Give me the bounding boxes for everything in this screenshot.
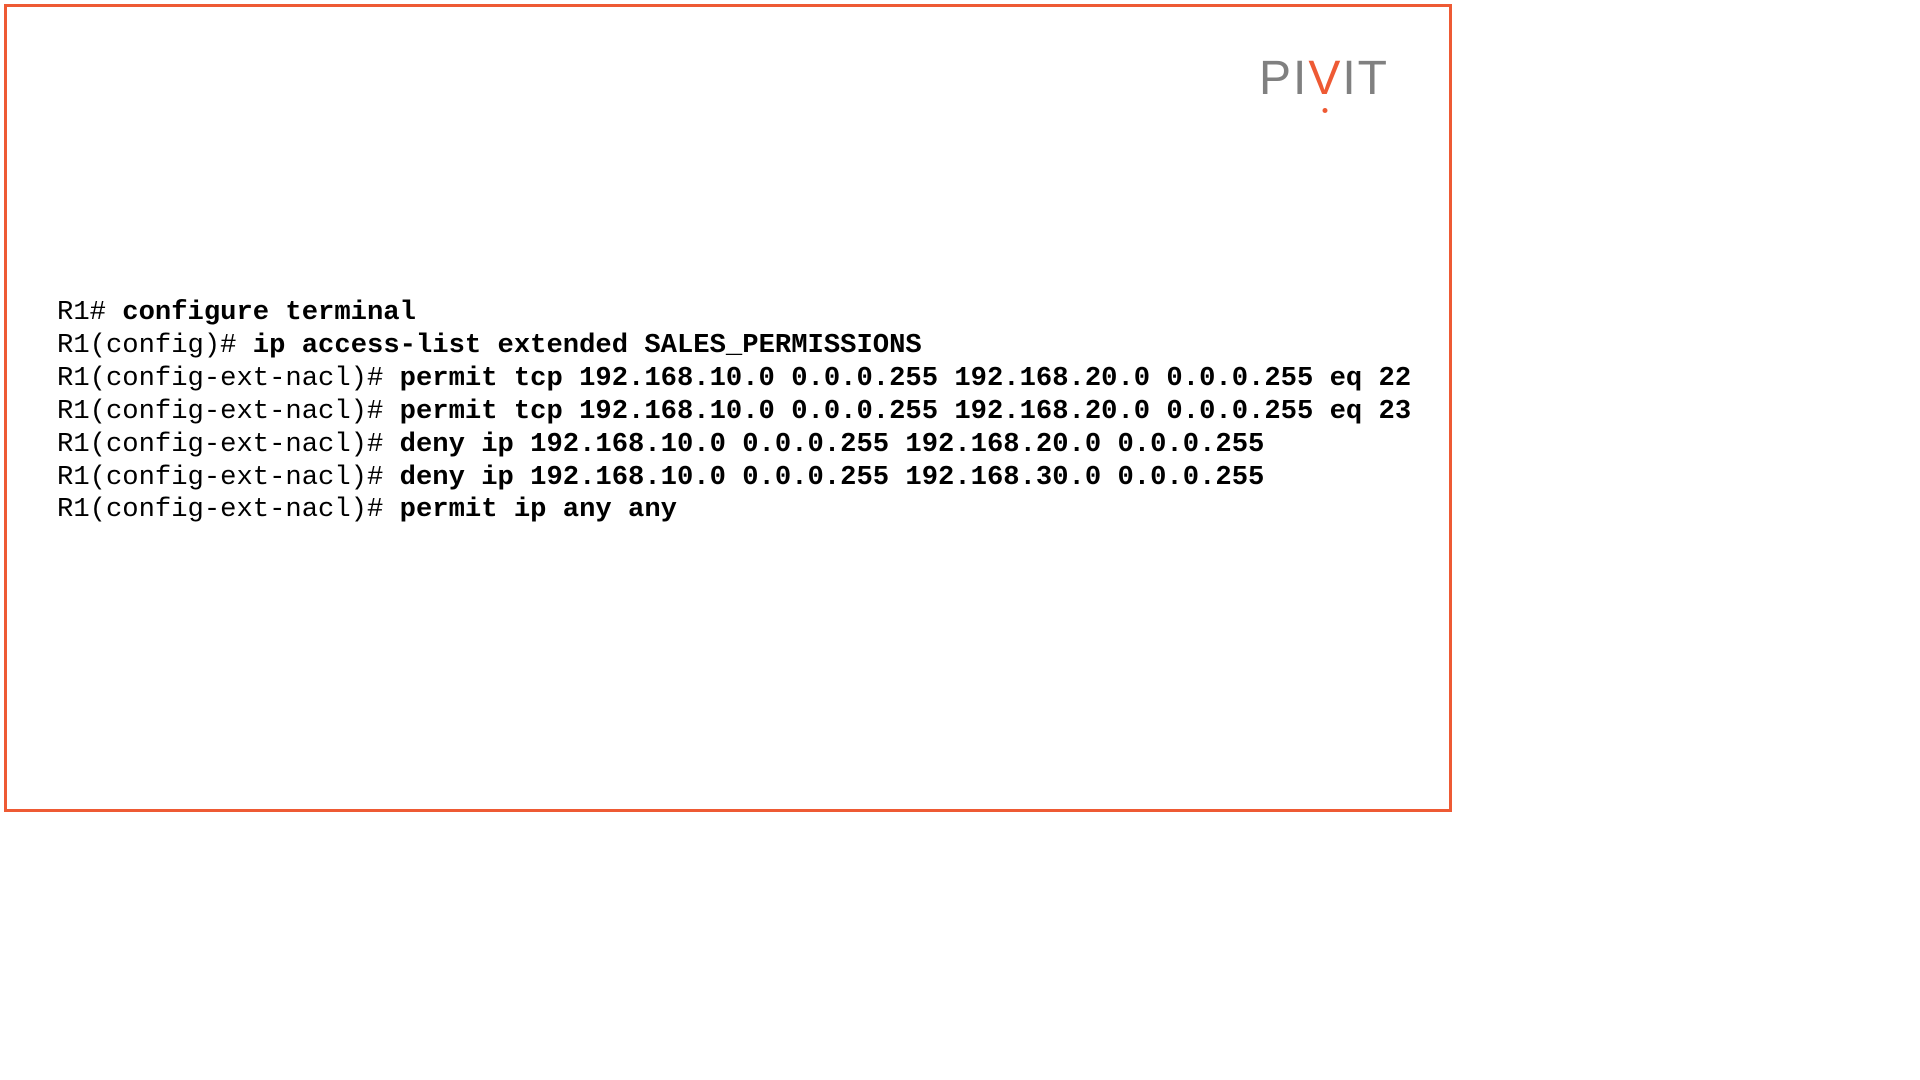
logo-dot-icon [1323, 108, 1328, 113]
terminal-command: deny ip 192.168.10.0 0.0.0.255 192.168.3… [400, 462, 1265, 493]
logo-letter-v: V [1308, 55, 1342, 103]
terminal-prompt: R1(config-ext-nacl)# [57, 429, 400, 460]
terminal-prompt: R1(config-ext-nacl)# [57, 494, 400, 525]
terminal-prompt: R1(config-ext-nacl)# [57, 462, 400, 493]
logo-letter-p: P [1259, 55, 1293, 103]
logo-letter-i1: I [1293, 55, 1308, 103]
terminal-command: deny ip 192.168.10.0 0.0.0.255 192.168.2… [400, 429, 1265, 460]
logo-letter-i2: I [1342, 55, 1357, 103]
terminal-line: R1# configure terminal [57, 297, 1411, 330]
terminal-prompt: R1(config)# [57, 330, 253, 361]
terminal-prompt: R1# [57, 297, 122, 328]
terminal-prompt: R1(config-ext-nacl)# [57, 396, 400, 427]
terminal-line: R1(config)# ip access-list extended SALE… [57, 330, 1411, 363]
brand-logo: P I V I T [1259, 55, 1389, 103]
terminal-output: R1# configure terminal R1(config)# ip ac… [57, 297, 1411, 527]
terminal-line: R1(config-ext-nacl)# permit ip any any [57, 494, 1411, 527]
terminal-command: ip access-list extended SALES_PERMISSION… [253, 330, 922, 361]
terminal-line: R1(config-ext-nacl)# deny ip 192.168.10.… [57, 462, 1411, 495]
terminal-line: R1(config-ext-nacl)# permit tcp 192.168.… [57, 363, 1411, 396]
terminal-command: configure terminal [122, 297, 416, 328]
terminal-command: permit tcp 192.168.10.0 0.0.0.255 192.16… [400, 396, 1412, 427]
terminal-command: permit tcp 192.168.10.0 0.0.0.255 192.16… [400, 363, 1412, 394]
terminal-prompt: R1(config-ext-nacl)# [57, 363, 400, 394]
terminal-line: R1(config-ext-nacl)# permit tcp 192.168.… [57, 396, 1411, 429]
logo-letter-t: T [1358, 55, 1389, 103]
terminal-line: R1(config-ext-nacl)# deny ip 192.168.10.… [57, 429, 1411, 462]
slide-frame: P I V I T R1# configure terminal R1(conf… [4, 4, 1452, 812]
terminal-command: permit ip any any [400, 494, 677, 525]
